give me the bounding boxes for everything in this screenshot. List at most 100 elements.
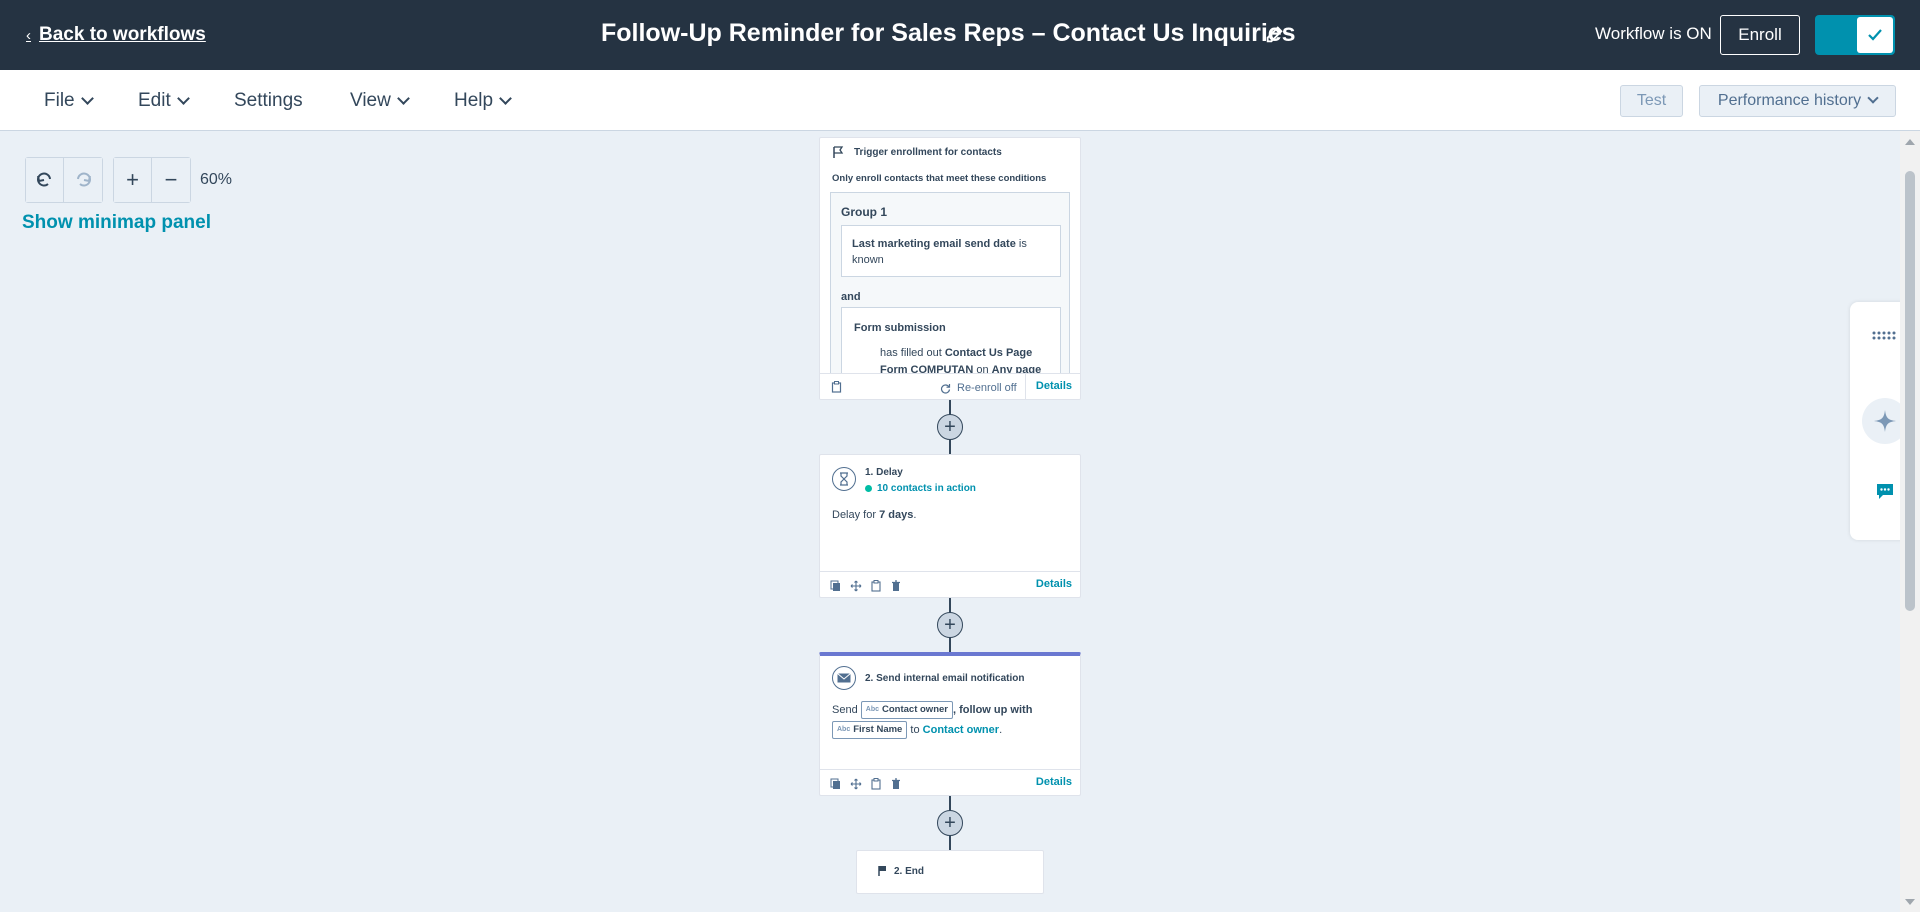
- apps-grid-icon[interactable]: [1870, 321, 1900, 351]
- refresh-icon: [941, 383, 951, 394]
- plus-icon: +: [944, 416, 956, 438]
- condition-property: Last marketing email send date: [852, 238, 1016, 250]
- text-type-icon: Abc: [837, 726, 851, 734]
- delay-action-card[interactable]: 1. Delay 10 contacts in action Delay for…: [819, 454, 1081, 598]
- back-to-workflows-link[interactable]: ‹ Back to workflows: [26, 24, 206, 46]
- zoom-out-button[interactable]: −: [152, 158, 190, 202]
- condition-group: Group 1 Last marketing email send date i…: [830, 192, 1070, 387]
- clipboard-icon[interactable]: [870, 777, 882, 790]
- scroll-thumb[interactable]: [1905, 171, 1915, 611]
- menu-file-label: File: [44, 90, 75, 111]
- email-details-link[interactable]: Details: [1036, 776, 1072, 788]
- redo-button[interactable]: [64, 158, 102, 202]
- menu-help[interactable]: Help: [454, 90, 512, 112]
- end-card[interactable]: 2. End: [856, 850, 1044, 894]
- add-action-button[interactable]: +: [937, 810, 963, 836]
- trigger-footer: Re-enroll off Details: [820, 373, 1080, 399]
- chevron-down-icon: [499, 91, 512, 105]
- test-button[interactable]: Test: [1620, 85, 1683, 117]
- check-icon: [1868, 29, 1882, 41]
- chevron-down-icon: [396, 91, 410, 105]
- zoom-level: 60%: [200, 171, 233, 188]
- form-submission-title: Form submission: [854, 322, 946, 334]
- status-dot: [865, 485, 872, 492]
- menu-settings-label: Settings: [234, 90, 303, 111]
- filled-out-text: has filled out: [880, 347, 942, 359]
- performance-history-button[interactable]: Performance history: [1699, 85, 1896, 117]
- undo-icon: [36, 172, 51, 187]
- menu-settings[interactable]: Settings: [234, 90, 303, 112]
- redo-icon: [77, 172, 91, 187]
- clipboard-icon[interactable]: [831, 381, 842, 393]
- chevron-left-icon: ‹: [26, 26, 31, 44]
- reenroll-label: Re-enroll off: [957, 382, 1017, 394]
- menu-help-label: Help: [454, 90, 494, 111]
- to-text: to: [910, 724, 920, 736]
- add-action-button[interactable]: +: [937, 612, 963, 638]
- recipient-link[interactable]: Contact owner: [923, 724, 999, 736]
- scroll-down-arrow[interactable]: [1905, 899, 1915, 905]
- canvas-scrollbar[interactable]: [1900, 131, 1920, 912]
- zoom-controls: + −: [113, 157, 191, 203]
- chevron-down-icon: [1867, 92, 1879, 104]
- delay-details-link[interactable]: Details: [1036, 578, 1072, 590]
- follow-up-text: , follow up with: [952, 704, 1033, 716]
- footer-divider: [1025, 374, 1026, 399]
- chevron-down-icon: [176, 91, 190, 105]
- trigger-subtitle: Only enroll contacts that meet these con…: [832, 173, 1047, 184]
- menu-view[interactable]: View: [350, 90, 410, 112]
- plus-icon: +: [944, 614, 956, 636]
- undo-button[interactable]: [26, 158, 64, 202]
- menu-bar: File Edit Settings View Help Test Perfor…: [0, 70, 1920, 131]
- email-footer: Details: [820, 769, 1080, 795]
- contacts-in-action-label: 10 contacts in action: [877, 483, 976, 494]
- performance-history-label: Performance history: [1717, 92, 1862, 109]
- envelope-icon: [832, 666, 856, 690]
- plus-icon: +: [944, 812, 956, 834]
- trigger-title: Trigger enrollment for contacts: [854, 147, 1002, 158]
- scroll-up-arrow[interactable]: [1905, 139, 1915, 145]
- plus-icon: +: [126, 167, 139, 192]
- pencil-icon[interactable]: [1264, 23, 1286, 45]
- flag-icon: [833, 146, 844, 158]
- menu-view-label: View: [350, 90, 391, 111]
- enroll-button[interactable]: Enroll: [1720, 15, 1800, 55]
- condition-email-date[interactable]: Last marketing email send date is known: [841, 225, 1061, 277]
- contacts-in-action[interactable]: 10 contacts in action: [865, 483, 976, 494]
- email-notification-title: 2. Send internal email notification: [865, 673, 1025, 684]
- show-minimap-link[interactable]: Show minimap panel: [22, 212, 211, 234]
- undo-redo-group: [25, 157, 103, 203]
- email-notification-body: Send Abc Contact owner, follow up with Ab…: [832, 700, 1077, 740]
- top-bar: ‹ Back to workflows Follow-Up Reminder f…: [0, 0, 1920, 70]
- back-label: Back to workflows: [39, 24, 206, 45]
- move-icon[interactable]: [850, 777, 862, 789]
- end-punct: .: [999, 724, 1003, 736]
- copy-icon[interactable]: [830, 777, 842, 789]
- move-icon[interactable]: [850, 579, 862, 591]
- menu-file[interactable]: File: [44, 90, 94, 112]
- flag-icon: [878, 866, 886, 876]
- token-contact-owner: Abc Contact owner: [860, 701, 953, 720]
- hourglass-icon: [832, 467, 856, 491]
- delay-value: 7 days: [879, 509, 914, 521]
- add-action-button[interactable]: +: [937, 414, 963, 440]
- chevron-down-icon: [80, 91, 94, 105]
- end-label: 2. End: [894, 865, 925, 877]
- reenroll-status[interactable]: Re-enroll off: [940, 382, 1017, 394]
- trigger-details-link[interactable]: Details: [1036, 380, 1072, 392]
- token-label: Contact owner: [882, 704, 948, 716]
- trash-icon[interactable]: [890, 777, 902, 789]
- chat-icon[interactable]: [1870, 477, 1900, 507]
- menu-edit[interactable]: Edit: [138, 90, 190, 112]
- group-title: Group 1: [841, 205, 888, 219]
- copy-icon[interactable]: [830, 579, 842, 591]
- menu-edit-label: Edit: [138, 90, 171, 111]
- clipboard-icon[interactable]: [870, 579, 882, 592]
- email-notification-card[interactable]: 2. Send internal email notification Send…: [819, 652, 1081, 796]
- workflow-on-toggle[interactable]: [1815, 15, 1895, 55]
- zoom-in-button[interactable]: +: [114, 158, 152, 202]
- workflow-status: Workflow is ON: [1595, 24, 1712, 43]
- trigger-card[interactable]: Trigger enrollment for contacts Only enr…: [819, 137, 1081, 400]
- trash-icon[interactable]: [890, 579, 902, 591]
- token-first-name: Abc First Name: [832, 721, 908, 740]
